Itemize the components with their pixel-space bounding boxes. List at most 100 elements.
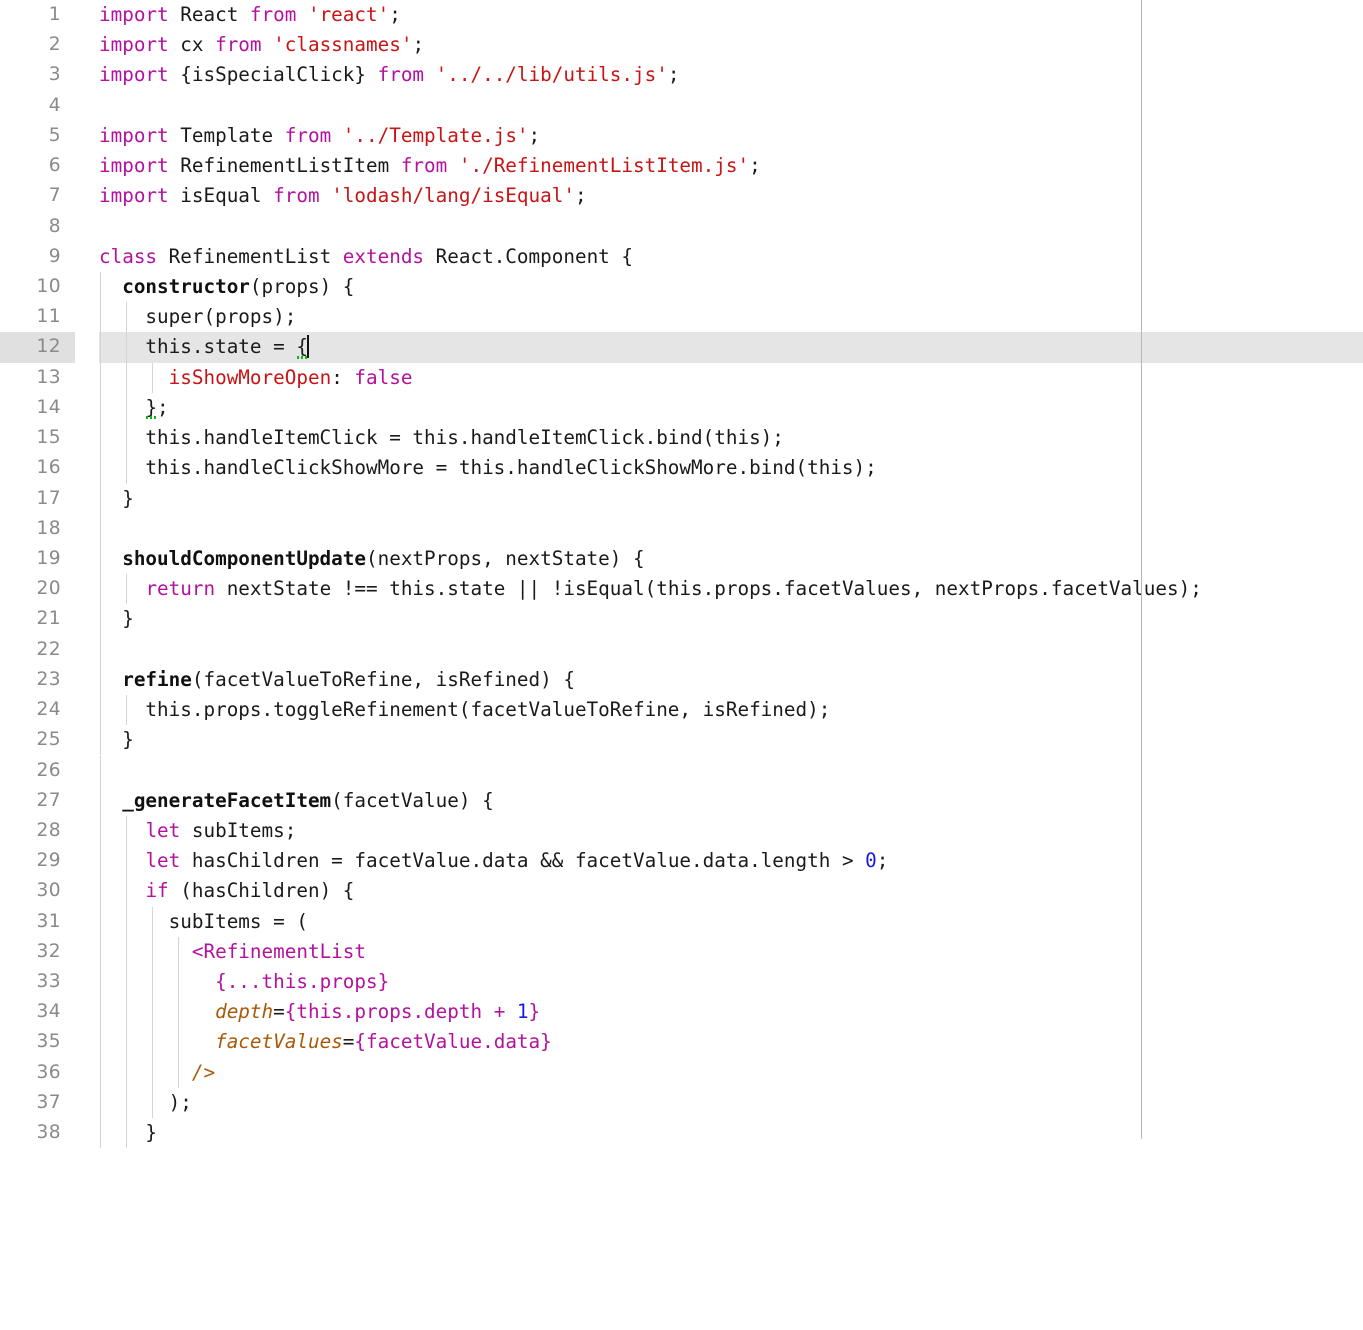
line-content: shouldComponentUpdate(nextProps, nextSta…	[122, 546, 645, 570]
code-line[interactable]: 36 />	[0, 1057, 1363, 1088]
line-content: <RefinementList	[191, 939, 366, 963]
code-editor[interactable]: 1 import React from 'react'; 2 import cx…	[0, 0, 1363, 1149]
line-number: 22	[36, 638, 61, 660]
line-number: 16	[36, 457, 61, 479]
line-number: 37	[36, 1091, 61, 1113]
code-line[interactable]: 5 import Template from '../Template.js';	[0, 121, 1363, 151]
code-line[interactable]: 14 };	[0, 392, 1363, 424]
line-number: 2	[48, 34, 61, 56]
line-content: super(props);	[99, 305, 297, 329]
line-number: 3	[48, 64, 61, 86]
line-number: 36	[36, 1061, 61, 1083]
line-content: if (hasChildren) {	[145, 879, 355, 903]
line-number: 38	[36, 1122, 61, 1144]
code-line[interactable]: 18	[0, 513, 1363, 544]
line-content: class RefinementList extends React.Compo…	[99, 244, 633, 268]
code-line[interactable]: 13 isShowMoreOpen: false	[0, 362, 1363, 393]
code-line[interactable]: 24 this.props.toggleRefinement(facetValu…	[0, 695, 1363, 726]
code-line[interactable]: 7 import isEqual from 'lodash/lang/isEqu…	[0, 181, 1363, 211]
line-number: 25	[36, 729, 61, 751]
line-background	[99, 725, 1363, 755]
line-background	[99, 1058, 1363, 1088]
line-number: 6	[48, 155, 61, 177]
code-line[interactable]: 35 facetValues={facetValue.data}	[0, 1027, 1363, 1058]
line-content: isShowMoreOpen: false	[168, 365, 413, 389]
line-content: return nextState !== this.state || !isEq…	[145, 577, 1202, 601]
line-number: 18	[36, 517, 61, 539]
line-number: 17	[36, 487, 61, 509]
line-number: 28	[36, 819, 61, 841]
code-line[interactable]: 6 import RefinementListItem from './Refi…	[0, 151, 1363, 181]
code-line[interactable]: 21 }	[0, 604, 1363, 635]
line-number: 29	[36, 850, 61, 872]
code-line[interactable]: 10 constructor(props) {	[0, 271, 1363, 303]
code-line[interactable]: 34 depth={this.props.depth + 1}	[0, 997, 1363, 1028]
code-line[interactable]: 23 refine(facetValueToRefine, isRefined)…	[0, 664, 1363, 696]
line-number: 8	[48, 215, 61, 237]
code-line[interactable]: 31 subItems = (	[0, 906, 1363, 937]
line-content: facetValues={facetValue.data}	[215, 1030, 552, 1054]
line-number: 24	[36, 699, 61, 721]
code-line[interactable]: 2 import cx from 'classnames';	[0, 30, 1363, 60]
line-number: 13	[36, 366, 61, 388]
code-line[interactable]: 22	[0, 634, 1363, 665]
line-number: 1	[48, 4, 61, 25]
code-line[interactable]: 15 this.handleItemClick = this.handleIte…	[0, 423, 1363, 454]
line-background	[99, 1088, 1363, 1118]
line-background	[99, 635, 1363, 665]
line-number: 35	[36, 1031, 61, 1053]
indent-guide	[100, 513, 101, 544]
code-line[interactable]: 19 shouldComponentUpdate(nextProps, next…	[0, 543, 1363, 575]
line-number: 20	[36, 578, 61, 600]
line-content: this.handleItemClick = this.handleItemCl…	[99, 426, 784, 450]
line-number: 30	[36, 880, 61, 902]
line-content: import Template from '../Template.js';	[99, 123, 541, 147]
code-line[interactable]: 38 }	[0, 1118, 1363, 1149]
code-line[interactable]: 17 }	[0, 483, 1363, 514]
line-number: 27	[36, 789, 61, 811]
code-line[interactable]: 11 super(props);	[0, 302, 1363, 333]
line-background	[99, 604, 1363, 634]
code-line[interactable]: 29 let hasChildren = facetValue.data && …	[0, 846, 1363, 877]
line-number: 11	[36, 306, 61, 328]
line-content: {...this.props}	[215, 970, 390, 994]
line-content: import cx from 'classnames';	[99, 33, 425, 57]
line-content: }	[99, 1121, 158, 1145]
line-number: 10	[36, 275, 61, 297]
code-line[interactable]: 26	[0, 755, 1363, 786]
line-background	[99, 393, 1363, 423]
code-line[interactable]: 16 this.handleClickShowMore = this.handl…	[0, 453, 1363, 484]
line-content: import RefinementListItem from './Refine…	[99, 154, 761, 178]
line-background	[99, 484, 1363, 514]
line-number: 26	[36, 759, 61, 781]
line-number: 23	[36, 668, 61, 690]
code-line-active[interactable]: 12 this.state = {	[0, 332, 1363, 363]
line-number: 9	[48, 245, 61, 267]
indent-guide	[100, 755, 101, 786]
code-line[interactable]: 37 );	[0, 1087, 1363, 1119]
line-content: constructor(props) {	[122, 274, 355, 298]
line-number: 21	[36, 608, 61, 630]
code-line[interactable]: 3 import {isSpecialClick} from '../../li…	[0, 60, 1363, 90]
code-line[interactable]: 4	[0, 91, 1363, 121]
code-line[interactable]: 1 import React from 'react';	[0, 0, 1363, 30]
code-line[interactable]: 25 }	[0, 725, 1363, 756]
code-line[interactable]: 27 _generateFacetItem(facetValue) {	[0, 785, 1363, 816]
line-content: import isEqual from 'lodash/lang/isEqual…	[99, 184, 587, 208]
line-number: 19	[36, 547, 61, 569]
line-content: import {isSpecialClick} from '../../lib/…	[99, 63, 680, 87]
code-line[interactable]: 20 return nextState !== this.state || !i…	[0, 574, 1363, 605]
line-content: };	[99, 393, 169, 423]
line-content: refine(facetValueToRefine, isRefined) {	[122, 667, 575, 691]
code-line[interactable]: 9 class RefinementList extends React.Com…	[0, 242, 1363, 272]
line-content: this.props.toggleRefinement(facetValueTo…	[99, 698, 831, 722]
code-line[interactable]: 30 if (hasChildren) {	[0, 876, 1363, 907]
line-number: 34	[36, 1001, 61, 1023]
code-line[interactable]: 33 {...this.props}	[0, 967, 1363, 998]
code-line[interactable]: 28 let subItems;	[0, 815, 1363, 847]
code-line[interactable]: 8	[0, 212, 1363, 242]
line-content: import React from 'react';	[99, 3, 401, 26]
code-line[interactable]: 32 <RefinementList	[0, 936, 1363, 968]
line-content: depth={this.props.depth + 1}	[215, 1000, 541, 1024]
line-background	[99, 514, 1363, 544]
